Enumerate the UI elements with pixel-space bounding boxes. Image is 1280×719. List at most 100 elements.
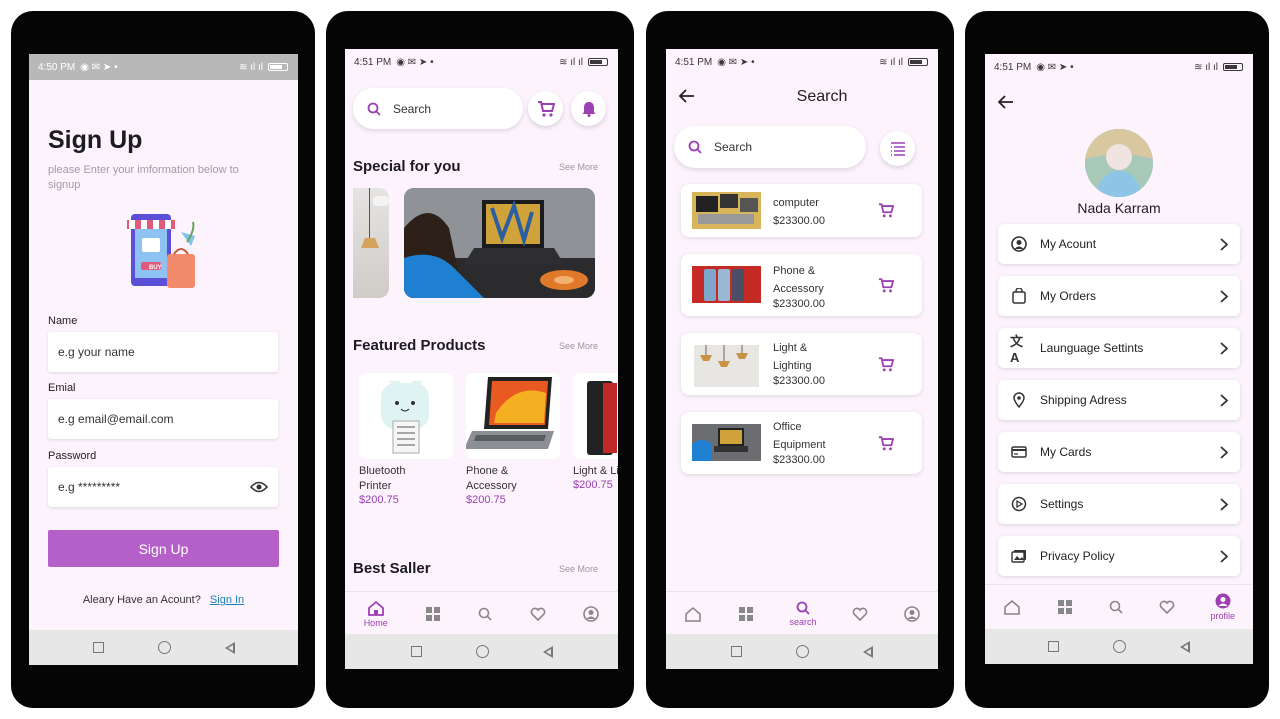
best-seller-title: Best Saller <box>353 560 431 577</box>
featured-product-card[interactable]: Light & Lighting $200.75 <box>573 373 618 491</box>
battery-icon <box>1223 63 1243 71</box>
product-price: $200.75 <box>573 479 613 491</box>
home-icon[interactable] <box>1113 640 1126 653</box>
nav-home[interactable] <box>684 606 702 622</box>
notifications-button[interactable] <box>571 91 606 126</box>
menu-my-cards[interactable]: My Cards <box>998 432 1240 472</box>
back-arrow-icon[interactable] <box>998 95 1014 109</box>
menu-shipping-address[interactable]: Shipping Adress <box>998 380 1240 420</box>
product-image <box>692 266 761 303</box>
email-field[interactable]: e.g email@email.com <box>48 399 278 439</box>
heart-icon <box>852 607 868 621</box>
nav-categories[interactable] <box>738 606 754 622</box>
nav-home[interactable]: Home <box>364 600 388 628</box>
home-icon[interactable] <box>157 641 171 654</box>
product-name: Office Equipment <box>773 421 826 451</box>
menu-language-settings[interactable]: 文A Launguage Settints <box>998 328 1240 368</box>
location-pin-icon <box>1010 392 1028 408</box>
menu-my-account[interactable]: My Acount <box>998 224 1240 264</box>
search-result-item[interactable]: Office Equipment $23300.00 <box>681 412 922 474</box>
product-image <box>359 373 453 459</box>
nav-favorites[interactable] <box>530 607 546 621</box>
search-screen: 4:51 PM ◉ ✉ ➤ • ≋ ıl ıl Search Search com… <box>666 49 938 669</box>
nav-search[interactable]: search <box>789 601 817 627</box>
product-name: Phone & Accessory <box>773 265 824 295</box>
eye-icon[interactable] <box>250 481 268 493</box>
add-to-cart-icon[interactable] <box>878 357 894 372</box>
search-result-item[interactable]: computer $23300.00 <box>681 184 922 237</box>
status-bar: 4:51 PM ◉ ✉ ➤ • ≋ ıl ıl <box>666 49 938 75</box>
nav-categories[interactable] <box>425 606 441 622</box>
add-to-cart-icon[interactable] <box>878 278 894 293</box>
search-result-item[interactable]: Phone & Accessory $23300.00 <box>681 254 922 316</box>
status-time: 4:50 PM <box>38 61 76 73</box>
nav-profile[interactable] <box>904 605 920 622</box>
home-icon[interactable] <box>796 645 809 658</box>
profile-screen: 4:51 PM ◉ ✉ ➤ • ≋ ıl ıl Nada Karram My Ac… <box>985 54 1253 664</box>
search-icon <box>796 601 810 615</box>
status-bar: 4:50 PM ◉ ✉ ➤ • ≋ ıl ıl <box>29 54 298 80</box>
featured-product-card[interactable]: Phone & Accessory $200.75 <box>466 373 560 506</box>
back-icon[interactable] <box>542 645 553 658</box>
heart-icon <box>1159 600 1174 614</box>
avatar[interactable] <box>1085 129 1153 197</box>
nav-favorites[interactable] <box>852 607 868 621</box>
nav-profile[interactable] <box>583 605 600 622</box>
back-icon[interactable] <box>1180 640 1190 653</box>
system-nav-bar <box>345 634 618 669</box>
menu-privacy-policy[interactable]: Privacy Policy <box>998 536 1240 576</box>
chevron-right-icon <box>1220 445 1228 459</box>
special-banner-laptop[interactable] <box>404 188 595 298</box>
home-icon[interactable] <box>475 645 489 658</box>
add-to-cart-icon[interactable] <box>878 203 894 218</box>
sign-up-button[interactable]: Sign Up <box>48 530 279 567</box>
nav-home[interactable] <box>1003 599 1021 615</box>
cart-icon <box>537 100 555 117</box>
nav-search[interactable] <box>1109 600 1123 614</box>
account-circle-icon <box>1215 593 1231 608</box>
cart-button[interactable] <box>528 91 563 126</box>
add-to-cart-icon[interactable] <box>878 436 894 451</box>
sign-in-link[interactable]: Sign In <box>210 594 244 606</box>
grid-icon <box>1057 599 1072 614</box>
product-image <box>692 424 761 461</box>
name-field[interactable]: e.g your name <box>48 332 278 372</box>
bottom-nav: Home <box>345 591 618 635</box>
recents-icon[interactable] <box>92 642 104 653</box>
shopping-illustration <box>127 212 201 294</box>
account-circle-icon <box>1010 236 1028 252</box>
product-image <box>694 345 759 387</box>
recents-icon[interactable] <box>1048 641 1059 652</box>
system-nav-bar <box>985 629 1253 664</box>
system-nav-bar <box>666 634 938 669</box>
nav-favorites[interactable] <box>1159 600 1175 614</box>
search-input[interactable]: Search <box>674 126 866 168</box>
recents-icon[interactable] <box>410 646 422 657</box>
home-screen: 4:51 PM ◉ ✉ ➤ • ≋ ıl ıl Search Special fo… <box>345 49 618 669</box>
best-seller-see-more[interactable]: See More <box>559 564 598 574</box>
nav-profile[interactable]: profile <box>1211 593 1235 621</box>
nav-categories[interactable] <box>1057 599 1073 615</box>
special-banner-lamp[interactable] <box>353 188 389 298</box>
search-result-item[interactable]: Light & Lighting $23300.00 <box>681 333 922 395</box>
menu-my-orders[interactable]: My Orders <box>998 276 1240 316</box>
filter-button[interactable] <box>880 131 915 166</box>
privacy-icon <box>1010 549 1028 563</box>
email-label: Emial <box>48 382 76 394</box>
menu-settings[interactable]: Settings <box>998 484 1240 524</box>
back-icon[interactable] <box>863 645 873 658</box>
product-name: Light & Lighting <box>773 342 812 372</box>
settings-icon <box>1010 496 1028 512</box>
featured-see-more[interactable]: See More <box>559 341 598 351</box>
recents-icon[interactable] <box>731 646 742 657</box>
translate-icon: 文A <box>1010 334 1024 365</box>
featured-product-card[interactable]: Bluetooth Printer $200.75 <box>359 373 453 506</box>
signin-prompt: Aleary Have an Acount? Sign In <box>82 594 245 606</box>
password-field[interactable]: e.g ********* <box>48 467 278 507</box>
nav-search[interactable] <box>478 607 493 621</box>
search-input[interactable]: Search <box>353 88 523 129</box>
product-price: $23300.00 <box>773 375 825 387</box>
special-see-more[interactable]: See More <box>559 162 598 172</box>
back-icon[interactable] <box>224 641 235 654</box>
bottom-nav: profile <box>985 584 1253 628</box>
